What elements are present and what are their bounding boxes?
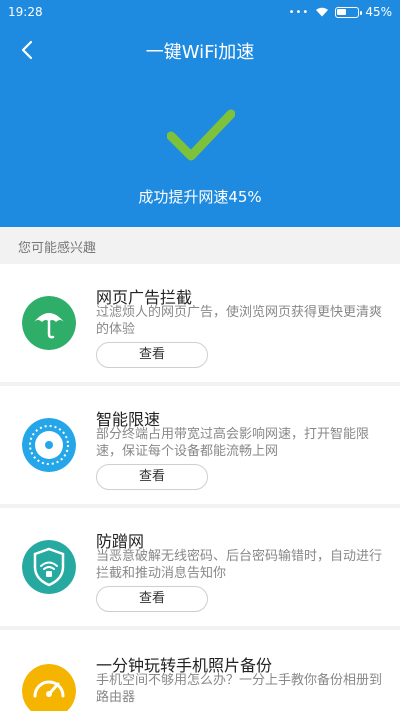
card-description: 当恶意破解无线密码、后台密码输错时，自动进行拦截和推动消息告知你 (96, 549, 383, 581)
status-bar: 19:28 ••• 45% (0, 0, 400, 24)
speed-dial-icon (22, 418, 76, 472)
notification-dots-icon: ••• (288, 6, 310, 18)
section-label: 您可能感兴趣 (18, 241, 97, 256)
battery-level-fill (337, 8, 347, 15)
status-time: 19:28 (8, 5, 43, 19)
status-indicators: ••• 45% (289, 5, 392, 19)
card-anti-leech: 防蹭网 当恶意破解无线密码、后台密码输错时，自动进行拦截和推动消息告知你 查看 (0, 508, 400, 626)
card-description: 部分终端占用带宽过高会影响网速，打开智能限速，保证每个设备都能流畅上网 (96, 427, 370, 459)
header-banner: 19:28 ••• 45% 一键WiFi加速 成功提升网速45% (0, 0, 400, 227)
page-title: 一键WiFi加速 (145, 42, 255, 63)
card-photo-backup: 一分钟玩转手机照片备份 手机空间不够用怎么办？一分上手教你备份相册到路由器 (0, 630, 400, 711)
umbrella-icon (22, 296, 76, 350)
speedup-result-text: 成功提升网速45% (138, 188, 262, 206)
checkmark-icon (167, 109, 235, 161)
card-description: 过滤烦人的网页广告，使浏览网页获得更快更清爽的体验 (96, 305, 383, 337)
wifi-signal-icon (316, 7, 329, 17)
gauge-icon (22, 664, 76, 711)
view-button[interactable]: 查看 (96, 342, 208, 368)
view-button[interactable]: 查看 (96, 464, 208, 490)
shield-wifi-lock-icon (22, 540, 76, 594)
view-button[interactable]: 查看 (96, 586, 208, 612)
card-speed-limit: 智能限速 部分终端占用带宽过高会影响网速，打开智能限速，保证每个设备都能流畅上网… (0, 386, 400, 504)
card-description: 手机空间不够用怎么办？一分上手教你备份相册到路由器 (96, 673, 383, 705)
card-ad-block: 网页广告拦截 过滤烦人的网页广告，使浏览网页获得更快更清爽的体验 查看 (0, 264, 400, 382)
battery-percent: 45% (365, 5, 392, 19)
battery-icon (335, 6, 363, 18)
